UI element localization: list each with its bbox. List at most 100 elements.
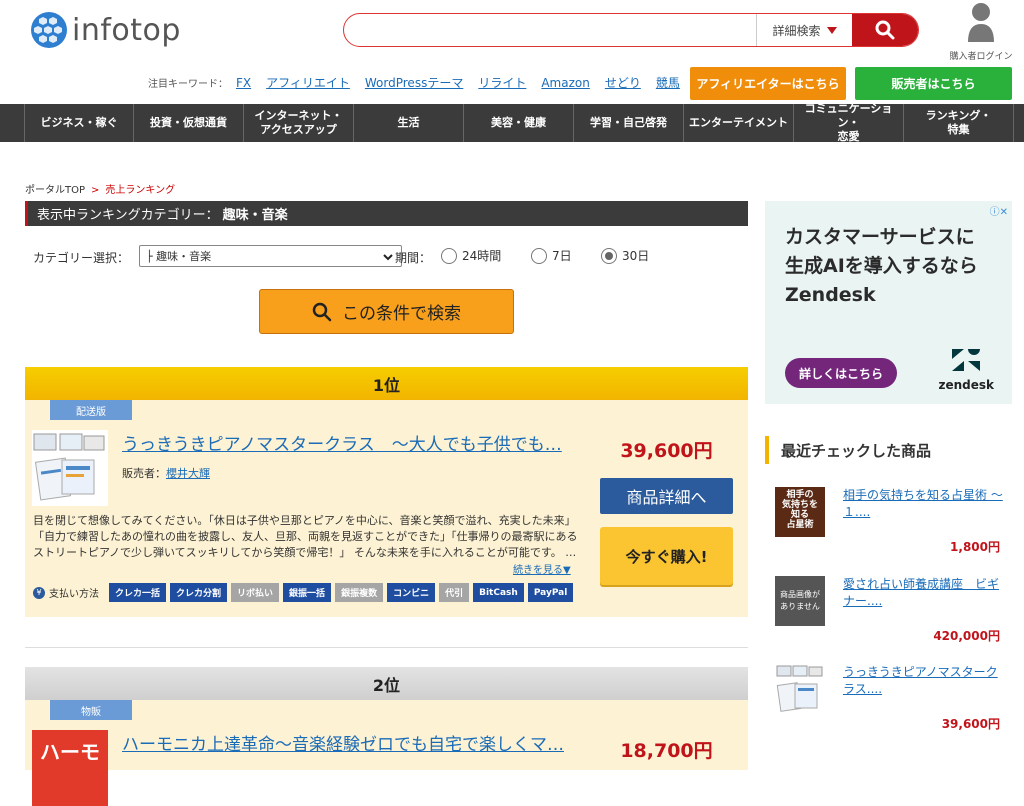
logo-mark-icon (31, 12, 67, 48)
payment-label-group: ¥ 支払い方法 (33, 585, 99, 600)
nav-item[interactable]: エンターテイメント (684, 104, 794, 142)
product-type-badge: 物販 (50, 700, 132, 720)
logo[interactable]: infotop (30, 6, 190, 54)
product-thumbnail[interactable]: ハーモ (32, 730, 108, 806)
buyer-login-label: 購入者ログイン (949, 52, 1013, 62)
category-bar-value: 趣味・音楽 (222, 208, 288, 223)
keyword-link[interactable]: 競馬 (656, 74, 680, 91)
nav-item[interactable]: 美容・健康 (464, 104, 574, 142)
seller-label: 販売者： (122, 467, 166, 480)
affiliate-button[interactable]: アフィリエイターはこちら (690, 67, 846, 100)
payment-badge: 代引 (439, 583, 470, 602)
advanced-search-label: 詳細検索 (772, 23, 821, 38)
buyer-login[interactable]: 購入者ログイン (946, 2, 1016, 62)
recent-item-title-link[interactable]: 愛され占い師養成講座 ビギナー.... (843, 576, 1003, 610)
chevron-down-icon (383, 254, 393, 261)
period-radio-30d[interactable]: 30日 (601, 247, 649, 264)
recent-item-title-link[interactable]: うっきうきピアノマスタークラス.... (843, 664, 1003, 698)
breadcrumb-home[interactable]: ポータルTOP (25, 185, 85, 196)
product-title-link[interactable]: ハーモニカ上達革命～音楽経験ゼロでも自宅で楽しくマ… (122, 730, 582, 755)
logo-text: infotop (72, 12, 181, 48)
category-bar-label: 表示中ランキングカテゴリー： (37, 208, 219, 223)
payment-label: 支払い方法 (49, 589, 99, 600)
product-price: 39,600円 (620, 440, 713, 462)
breadcrumb-separator: > (91, 185, 100, 196)
nav-item[interactable]: 投資・仮想通貨 (134, 104, 244, 142)
search-icon (875, 20, 895, 40)
recent-item-price: 39,600円 (941, 717, 1000, 731)
recent-item-thumbnail[interactable]: 商品画像が ありません (775, 576, 825, 626)
keyword-link[interactable]: FX (236, 76, 251, 90)
search-button[interactable] (852, 14, 918, 46)
recent-item-thumbnail[interactable]: 相手の 気持ちを 知る 占星術 (775, 487, 825, 537)
recent-item-title-link[interactable]: 相手の気持ちを知る占星術 ～１.... (843, 487, 1003, 521)
advanced-search-dropdown[interactable]: 詳細検索 (756, 14, 852, 46)
search-conditions-label: この条件で検索 (342, 304, 461, 324)
ad-line: Zendesk (785, 284, 876, 306)
zendesk-logo-icon (952, 349, 981, 371)
breadcrumb-current: 売上ランキング (105, 185, 176, 196)
nav-item[interactable]: 学習・自己啓発 (574, 104, 684, 142)
seller-link[interactable]: 櫻井大輝 (166, 467, 210, 480)
user-icon (968, 3, 994, 42)
category-select-value: ├ 趣味・音楽 (146, 250, 212, 263)
sidebar-ad[interactable]: ⓘ✕ カスタマーサービスに 生成AIを導入するなら Zendesk 詳しくはこち… (765, 201, 1012, 404)
ad-cta-button[interactable]: 詳しくはこちら (785, 358, 897, 388)
keyword-link[interactable]: Amazon (541, 76, 590, 90)
nav-item[interactable]: ビジネス・稼ぐ (24, 104, 134, 142)
buy-now-button[interactable]: 今すぐ購入! (600, 527, 733, 585)
search-bar: 詳細検索 (343, 13, 919, 47)
keyword-link[interactable]: せどり (605, 74, 641, 91)
nav-item[interactable]: ランキング・ 特集 (904, 104, 1014, 142)
search-input[interactable] (344, 14, 756, 46)
nav-item[interactable]: インターネット・ アクセスアップ (244, 104, 354, 142)
ranking-filters: カテゴリー選択： ├ 趣味・音楽 期間： 24時間 7日 30日 (33, 245, 753, 267)
period-radio-7d[interactable]: 7日 (531, 247, 572, 264)
ad-line: カスタマーサービスに (785, 226, 975, 248)
recent-item-thumbnail[interactable] (775, 664, 825, 714)
search-icon (312, 302, 332, 321)
breadcrumb: ポータルTOP > 売上ランキング (25, 181, 175, 196)
ad-brand-name: zendesk (938, 378, 994, 392)
product-thumbnail[interactable] (32, 430, 108, 506)
keywords-label: 注目キーワード： (148, 79, 228, 90)
keyword-link[interactable]: リライト (478, 74, 526, 91)
radio-circle-selected (601, 247, 617, 264)
product-type-badge: 配送版 (50, 400, 132, 420)
read-more-link[interactable]: 続きを見る▼ (513, 561, 571, 576)
category-select-label: カテゴリー選択： (33, 251, 130, 265)
seller-button[interactable]: 販売者はこちら (855, 67, 1012, 100)
radio-circle (441, 247, 457, 264)
radio-circle (531, 247, 547, 264)
period-radio-24h[interactable]: 24時間 (441, 247, 501, 264)
nav-item[interactable]: 生活 (354, 104, 464, 142)
ad-brand-logo: zendesk (938, 348, 994, 392)
payment-badge: 銀振一括 (283, 583, 332, 602)
caret-down-icon (826, 26, 837, 34)
header: infotop 詳細検索 購入者ログイン 注目キーワード： FX アフィリエイト… (0, 0, 1024, 104)
payment-badge: BitCash (473, 583, 524, 602)
payment-badge: クレカ一括 (109, 583, 167, 602)
yen-icon: ¥ (33, 586, 45, 599)
category-select[interactable]: ├ 趣味・音楽 (139, 245, 402, 267)
product-title-link[interactable]: うっきうきピアノマスタークラス ～大人でも子供でも… (122, 430, 582, 455)
payment-badge: PayPal (527, 583, 574, 602)
payment-methods: ¥ 支払い方法 クレカ一括 クレカ分割 リボ払い 銀振一括 銀振複数 コンビニ … (33, 583, 574, 602)
product-item: 物販 ハーモ ハーモニカ上達革命～音楽経験ゼロでも自宅で楽しくマ… 18,700… (25, 700, 748, 806)
search-conditions-button[interactable]: この条件で検索 (259, 289, 514, 334)
seller-info: 販売者：櫻井大輝 (122, 465, 210, 481)
recent-item-price: 1,800円 (950, 540, 1000, 554)
category-nav: ビジネス・稼ぐ 投資・仮想通貨 インターネット・ アクセスアップ 生活 美容・健… (0, 102, 1024, 143)
product-price: 18,700円 (620, 740, 713, 762)
keyword-link[interactable]: WordPressテーマ (365, 74, 463, 91)
product-item: 配送版 うっきうきピアノマスタークラス ～大人でも子供でも… 販売者：櫻井大輝 … (25, 400, 748, 617)
ad-choices-icon[interactable]: ⓘ✕ (990, 203, 1008, 218)
period-label: 期間： (395, 251, 432, 265)
recently-viewed-heading: 最近チェックした商品 (765, 436, 1012, 464)
ad-headline: カスタマーサービスに 生成AIを導入するなら Zendesk (785, 223, 978, 310)
keyword-link[interactable]: アフィリエイト (266, 74, 350, 91)
ranking-category-bar: 表示中ランキングカテゴリー： 趣味・音楽 (25, 201, 748, 226)
product-detail-button[interactable]: 商品詳細へ (600, 478, 733, 514)
ranking-card: 2位 物販 ハーモ ハーモニカ上達革命～音楽経験ゼロでも自宅で楽しくマ… 18,… (25, 667, 748, 806)
nav-item[interactable]: コミュニケーション・ 恋愛 (794, 102, 904, 143)
